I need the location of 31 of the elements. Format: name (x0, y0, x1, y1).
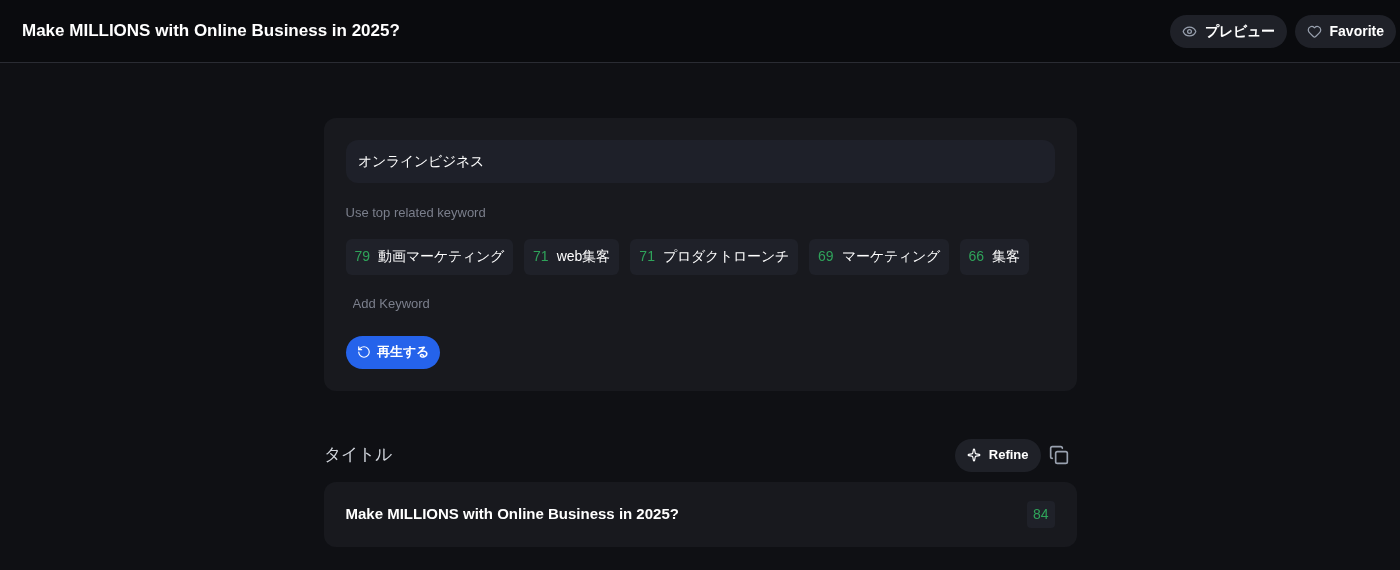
title-text: Make MILLIONS with Online Business in 2025? (345, 503, 679, 524)
keyword-chip[interactable]: 69 マーケティング (808, 238, 949, 275)
keyword-score: 66 (968, 247, 985, 266)
regenerate-icon (356, 345, 371, 359)
sparkle-icon (966, 448, 981, 462)
keyword-text: 集客 (992, 247, 1021, 266)
keyword-chip[interactable]: 66 集客 (959, 238, 1030, 275)
related-keyword-label: Use top related keyword (345, 204, 487, 222)
copy-icon[interactable] (1048, 445, 1069, 465)
page-title: Make MILLIONS with Online Business in 2025? (22, 20, 400, 43)
keyword-chip[interactable]: 71 web集客 (524, 238, 620, 275)
keyword-text: マーケティング (841, 247, 940, 266)
heart-icon (1306, 23, 1322, 39)
keyword-score: 71 (533, 247, 549, 266)
keyword-text: web集客 (556, 247, 611, 266)
keyword-score: 69 (817, 247, 834, 266)
refine-button[interactable]: Refine (954, 438, 1041, 472)
keyword-chip[interactable]: 79 動画マーケティング (345, 238, 514, 275)
keyword-score: 71 (639, 247, 655, 266)
favorite-button[interactable]: Favorite (1294, 14, 1396, 48)
eye-icon (1181, 23, 1197, 39)
score-badge: 84 (1026, 500, 1055, 528)
keyword-text: プロダクトローンチ (662, 247, 789, 266)
keyword-chip[interactable]: 71 プロダクトローンチ (630, 238, 798, 275)
section-heading: タイトル (323, 444, 392, 467)
keyword-score: 79 (354, 247, 371, 266)
preview-button[interactable]: プレビュー (1169, 14, 1287, 48)
add-keyword-field[interactable]: Add Keyword (345, 290, 646, 316)
regenerate-button[interactable]: 再生する (345, 335, 440, 369)
search-field[interactable]: オンラインビジネス (345, 140, 1055, 183)
keyword-text: 動画マーケティング (378, 247, 505, 266)
